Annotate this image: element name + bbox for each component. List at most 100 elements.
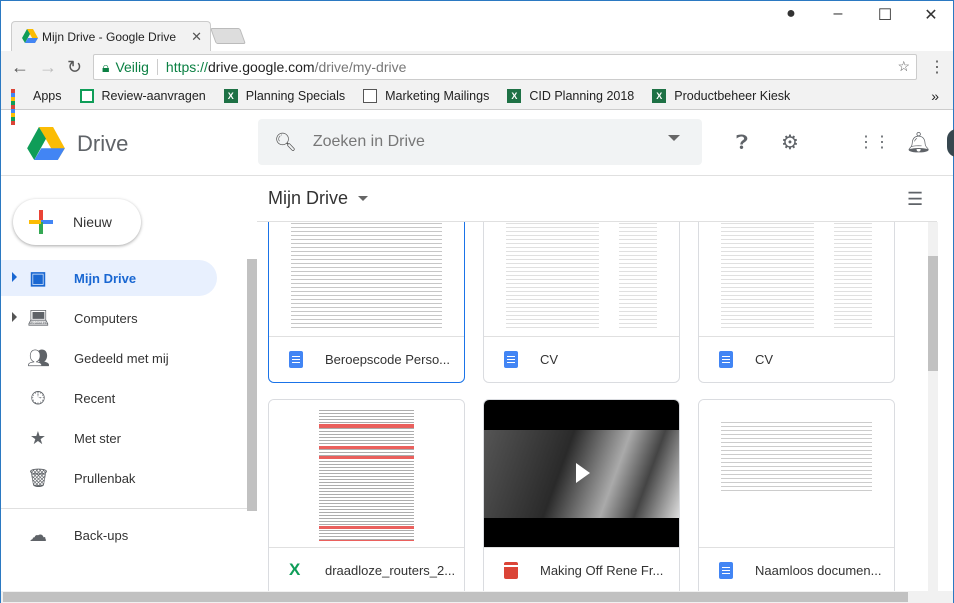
apps-grid-icon[interactable]: ⋮⋮ <box>858 131 890 155</box>
file-name: Naamloos documen... <box>755 562 882 578</box>
google-doc-icon <box>504 351 518 368</box>
profile-icon[interactable]: ● <box>776 5 806 23</box>
drive-logo-icon <box>22 29 38 43</box>
address-bar[interactable]: 🔒︎ Veilig https://drive.google.com/drive… <box>93 54 917 80</box>
lock-icon: 🔒︎ <box>102 58 110 75</box>
expand-arrow-icon[interactable] <box>12 272 17 282</box>
bookmark-label: CID Planning 2018 <box>529 89 635 103</box>
sidebar-scrollbar[interactable] <box>247 259 257 511</box>
sidebar-item-computers[interactable]: 💻︎ Computers <box>1 300 217 336</box>
cloud-icon: ☁ <box>29 525 47 545</box>
bookmarks-bar: Apps Review-aanvragen X Planning Specials… <box>1 83 953 125</box>
sidebar-item-trash[interactable]: 🗑︎ Prullenbak <box>1 460 217 496</box>
bookmark-label: Marketing Mailings <box>385 89 490 103</box>
browser-tab[interactable]: Mijn Drive - Google Drive ✕ <box>11 21 211 51</box>
reload-icon[interactable]: ↻ <box>67 57 82 78</box>
file-thumbnail <box>484 222 679 337</box>
bookmark-label: Review-aanvragen <box>101 89 206 103</box>
bookmark-cid[interactable]: X CID Planning 2018 <box>507 89 634 103</box>
sidebar-item-label: Gedeeld met mij <box>74 350 169 366</box>
people-icon: 👥︎ <box>27 348 50 368</box>
sidebar-item-starred[interactable]: ★ Met ster <box>1 420 217 456</box>
file-card[interactable]: Beroepscode Perso... <box>268 222 465 383</box>
sidebar-item-label: Recent <box>74 390 116 406</box>
excel-icon: X <box>507 89 522 103</box>
bookmark-label: Apps <box>33 89 62 103</box>
bookmark-productbeheer[interactable]: X Productbeheer Kiesk <box>652 89 790 103</box>
sidebar-item-my-drive[interactable]: ▣ Mijn Drive <box>1 260 217 296</box>
bookmark-star-icon[interactable]: ☆ <box>897 58 910 75</box>
back-icon[interactable]: ← <box>11 57 29 78</box>
sidebar-item-label: Computers <box>74 310 138 326</box>
play-icon[interactable] <box>576 463 590 483</box>
bookmark-marketing[interactable]: Marketing Mailings <box>363 89 489 103</box>
file-name: Making Off Rene Fr... <box>540 562 664 578</box>
page-title: Mijn Drive <box>268 188 349 208</box>
star-icon: ★ <box>29 428 47 448</box>
google-doc-icon <box>719 562 733 579</box>
bookmark-apps[interactable]: Apps <box>11 89 62 125</box>
menu-icon[interactable]: ⋮ <box>929 57 945 77</box>
tab-title: Mijn Drive - Google Drive <box>42 29 177 44</box>
file-thumbnail <box>699 222 894 337</box>
settings-gear-icon[interactable]: ⚙ <box>778 131 802 155</box>
logo-text: Drive <box>77 131 129 156</box>
google-doc-icon <box>719 351 733 368</box>
file-card[interactable]: CV <box>483 222 680 383</box>
more-bookmarks-button[interactable]: » <box>931 88 939 104</box>
file-name: Beroepscode Perso... <box>325 351 451 367</box>
expand-arrow-icon[interactable] <box>12 312 17 322</box>
computers-icon: 💻︎ <box>27 308 50 328</box>
sidebar-item-label: Back-ups <box>74 527 129 543</box>
bookmark-review[interactable]: Review-aanvragen <box>79 89 206 103</box>
list-view-icon[interactable]: ☰ <box>907 189 923 210</box>
sidebar-divider <box>1 508 247 509</box>
excel-icon: X <box>652 89 667 103</box>
sidebar-item-backups[interactable]: ☁ Back-ups <box>1 517 217 553</box>
file-thumbnail <box>699 400 894 548</box>
file-card[interactable]: CV <box>698 222 895 383</box>
drive-logo-icon[interactable] <box>27 127 65 160</box>
file-card[interactable]: Naamloos documen... <box>698 399 895 591</box>
search-icon[interactable]: 🔍︎ <box>274 132 297 153</box>
close-window-button[interactable]: ✕ <box>916 5 946 25</box>
plus-icon <box>29 210 53 234</box>
close-tab-icon[interactable]: ✕ <box>191 29 202 45</box>
search-input[interactable]: 🔍︎ Zoeken in Drive <box>258 119 702 165</box>
help-icon[interactable]: ❓︎ <box>730 131 754 155</box>
document-icon <box>363 89 378 103</box>
sidebar-item-shared[interactable]: 👥︎ Gedeeld met mij <box>1 340 217 376</box>
url-host: drive.google.com <box>207 59 315 75</box>
file-thumbnail <box>269 400 464 548</box>
bookmark-label: Productbeheer Kiesk <box>674 89 791 103</box>
horizontal-scrollbar-thumb[interactable] <box>3 592 908 602</box>
minimize-button[interactable]: – <box>823 5 853 23</box>
new-tab-button[interactable] <box>210 28 246 44</box>
url-path: /drive/my-drive <box>314 59 407 75</box>
sheets-icon <box>79 89 94 103</box>
forward-icon[interactable]: → <box>39 57 57 78</box>
sidebar-item-label: Prullenbak <box>74 470 136 486</box>
file-card[interactable]: Xdraadloze_routers_2... <box>268 399 465 591</box>
notifications-icon[interactable]: 🔔︎ <box>906 131 931 155</box>
google-doc-icon <box>289 351 303 368</box>
file-card[interactable]: Making Off Rene Fr... <box>483 399 680 591</box>
sidebar-item-recent[interactable]: 🕒︎ Recent <box>1 380 217 416</box>
new-label: Nieuw <box>73 214 112 230</box>
my-drive-icon: ▣ <box>29 268 47 288</box>
search-options-icon[interactable] <box>668 135 680 141</box>
video-thumbnail <box>484 400 679 548</box>
trash-icon: 🗑︎ <box>27 468 50 488</box>
maximize-button[interactable]: ☐ <box>870 5 900 25</box>
vertical-scrollbar-thumb[interactable] <box>928 256 938 371</box>
secure-label: Veilig <box>115 59 158 75</box>
location-dropdown[interactable]: Mijn Drive <box>268 188 369 209</box>
search-placeholder: Zoeken in Drive <box>312 133 425 150</box>
apps-icon <box>11 89 25 125</box>
url-scheme: https:// <box>165 59 208 75</box>
avatar[interactable] <box>947 129 954 157</box>
new-button[interactable]: Nieuw <box>13 199 141 245</box>
clock-icon: 🕒︎ <box>30 388 46 408</box>
bookmark-planning[interactable]: X Planning Specials <box>223 89 345 103</box>
excel-icon: X <box>223 89 238 103</box>
